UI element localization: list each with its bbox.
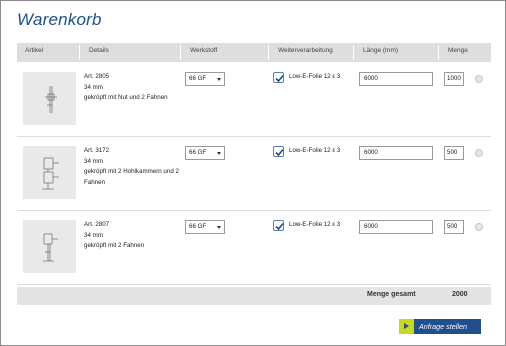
length-input[interactable]: 6000 [359,146,433,160]
table-header: Artikel Details Werkstoff Weiterverarbei… [17,43,491,62]
table-row: Art. 2807 34 mm gekröpft mit 2 Fahnen 66… [17,212,491,285]
article-description: gekröpft mit Nut und 2 Fahnen [84,94,168,101]
checkmark-icon [275,74,284,83]
article-dimension: 34 mm [84,231,103,239]
header-article: Artikel [25,47,44,54]
checkmark-icon [275,222,284,231]
article-description: gekröpft mit 2 Hohlkammern und 2 Fahnen [84,168,179,186]
header-length: Länge (mm) [363,47,399,54]
product-image [23,220,76,273]
processing-label: Low-E-Folie 12 ε 3 [289,221,341,228]
cart-panel: Warenkorb Artikel Details Werkstoff Weit… [0,0,506,346]
page-title: Warenkorb [17,10,102,29]
chevron-down-icon [217,226,221,229]
quantity-input[interactable]: 1000 [444,72,464,86]
submit-request-label: Anfrage stellen [419,322,467,331]
product-image [23,72,76,125]
header-divider [268,45,269,60]
chevron-down-icon [217,78,221,81]
header-divider [353,45,354,60]
processing-label: Low-E-Folie 12 ε 3 [289,147,341,154]
header-quantity: Menge [448,47,468,54]
processing-checkbox[interactable] [273,220,284,231]
profile-drawing-icon [45,86,57,113]
arrow-right-icon [399,319,414,334]
header-divider [438,45,439,60]
product-details: Art. 2807 34 mm gekröpft mit 2 Fahnen [84,220,184,252]
article-description: gekröpft mit 2 Fahnen [84,242,145,249]
remove-icon[interactable] [475,149,483,157]
product-details: Art. 2805 34 mm gekröpft mit Nut und 2 F… [84,72,184,104]
material-value: 66 GF [189,75,207,82]
quantity-input[interactable]: 500 [444,146,464,160]
material-select[interactable]: 66 GF [185,220,225,234]
total-label: Menge gesamt [367,291,416,298]
processing-checkbox[interactable] [273,72,284,83]
total-bar: Menge gesamt 2000 [17,287,491,305]
processing-checkbox[interactable] [273,146,284,157]
profile-drawing-icon [42,157,59,190]
material-select[interactable]: 66 GF [185,146,225,160]
table-row: Art. 2805 34 mm gekröpft mit Nut und 2 F… [17,64,491,137]
header-material: Werkstoff [190,47,218,54]
article-number: Art. 3172 [84,147,110,154]
material-value: 66 GF [189,149,207,156]
header-divider [79,45,80,60]
checkmark-icon [275,148,284,157]
total-value: 2000 [452,291,468,298]
product-details: Art. 3172 34 mm gekröpft mit 2 Hohlkamme… [84,146,184,188]
product-image [23,146,76,199]
article-dimension: 34 mm [84,83,103,91]
header-divider [180,45,181,60]
article-dimension: 34 mm [84,157,103,165]
submit-request-button[interactable]: Anfrage stellen [399,319,481,334]
quantity-input[interactable]: 500 [444,220,464,234]
chevron-down-icon [217,152,221,155]
length-input[interactable]: 6000 [359,220,433,234]
article-number: Art. 2807 [84,221,110,228]
profile-drawing-icon [43,233,58,262]
remove-icon[interactable] [475,223,483,231]
article-number: Art. 2805 [84,73,110,80]
material-select[interactable]: 66 GF [185,72,225,86]
material-value: 66 GF [189,223,207,230]
header-processing: Weiterverarbeitung [278,47,333,54]
table-row: Art. 3172 34 mm gekröpft mit 2 Hohlkamme… [17,138,491,211]
header-details: Details [89,47,109,54]
length-input[interactable]: 6000 [359,72,433,86]
remove-icon[interactable] [475,75,483,83]
processing-label: Low-E-Folie 12 ε 3 [289,73,341,80]
